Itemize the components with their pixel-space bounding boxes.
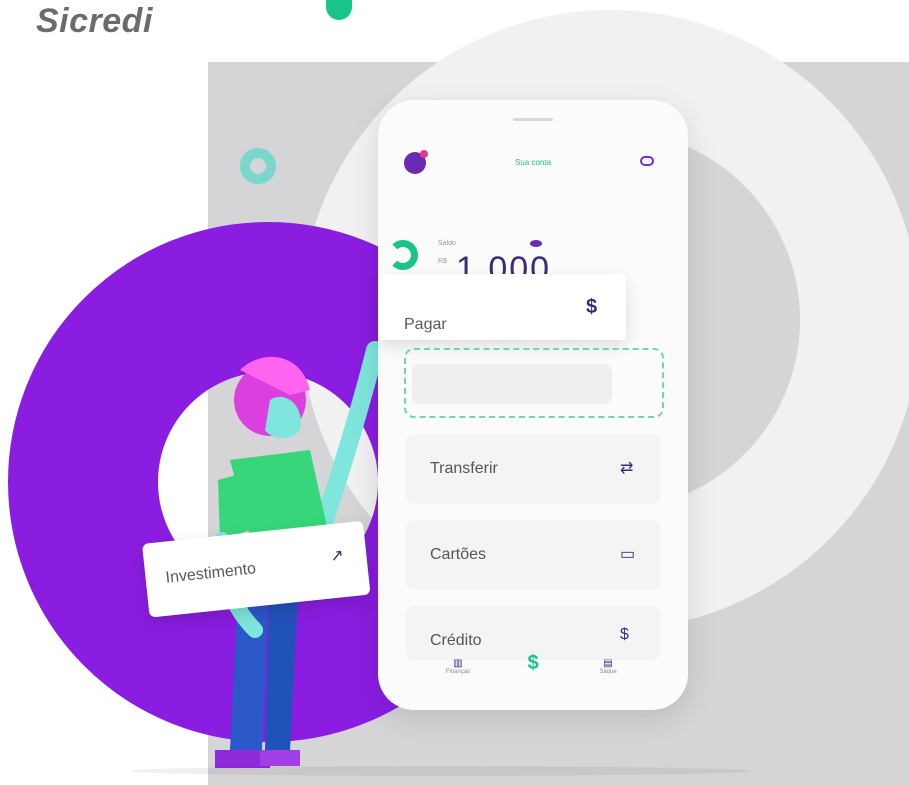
brand-logo: Sicredi [36, 2, 153, 40]
credit-icon: $ [620, 626, 629, 643]
account-title: Sua conta [514, 158, 552, 167]
action-pagar-card[interactable]: Pagar $ [378, 274, 626, 340]
chart-icon: ▥ [453, 658, 463, 669]
avatar[interactable] [404, 150, 428, 174]
tab-financas[interactable]: ▥ Finanças [438, 658, 478, 675]
tab-financas-label: Finanças [445, 669, 471, 675]
investment-arrow-icon: ↗ [329, 547, 345, 566]
eye-icon[interactable] [530, 240, 542, 247]
balance-currency: R$ [438, 258, 447, 265]
action-pagar-label: Pagar [404, 316, 447, 333]
card-icon: ▭ [620, 546, 636, 563]
tab-dollar[interactable]: $ [518, 652, 548, 675]
balance-label: Saldo [438, 240, 456, 247]
green-arc-icon [388, 240, 418, 270]
teal-ring-decoration [240, 148, 276, 184]
phone-notch [513, 118, 553, 121]
saque-icon: ▤ [603, 658, 613, 669]
transfer-icon: ⇄ [620, 460, 634, 477]
tab-saque[interactable]: ▤ Saque [588, 658, 628, 675]
action-transferir[interactable]: Transferir ⇄ [406, 434, 660, 504]
ground-shadow [130, 766, 750, 776]
action-credito-label: Crédito [430, 632, 482, 649]
tab-bar: ▥ Finanças $ ▤ Saque [378, 650, 688, 690]
pay-dollar-icon: $ [586, 296, 598, 318]
action-cartoes-label: Cartões [430, 546, 487, 563]
tab-saque-label: Saque [599, 669, 617, 675]
leaf-logo-shape [326, 0, 352, 20]
action-cartoes[interactable]: Cartões ▭ [406, 520, 660, 590]
dollar-tab-icon: $ [527, 652, 539, 674]
drop-slot-placeholder [412, 364, 612, 404]
action-transferir-label: Transferir [430, 460, 498, 477]
chat-icon[interactable] [640, 156, 654, 166]
investimento-label: Investimento [164, 560, 257, 587]
